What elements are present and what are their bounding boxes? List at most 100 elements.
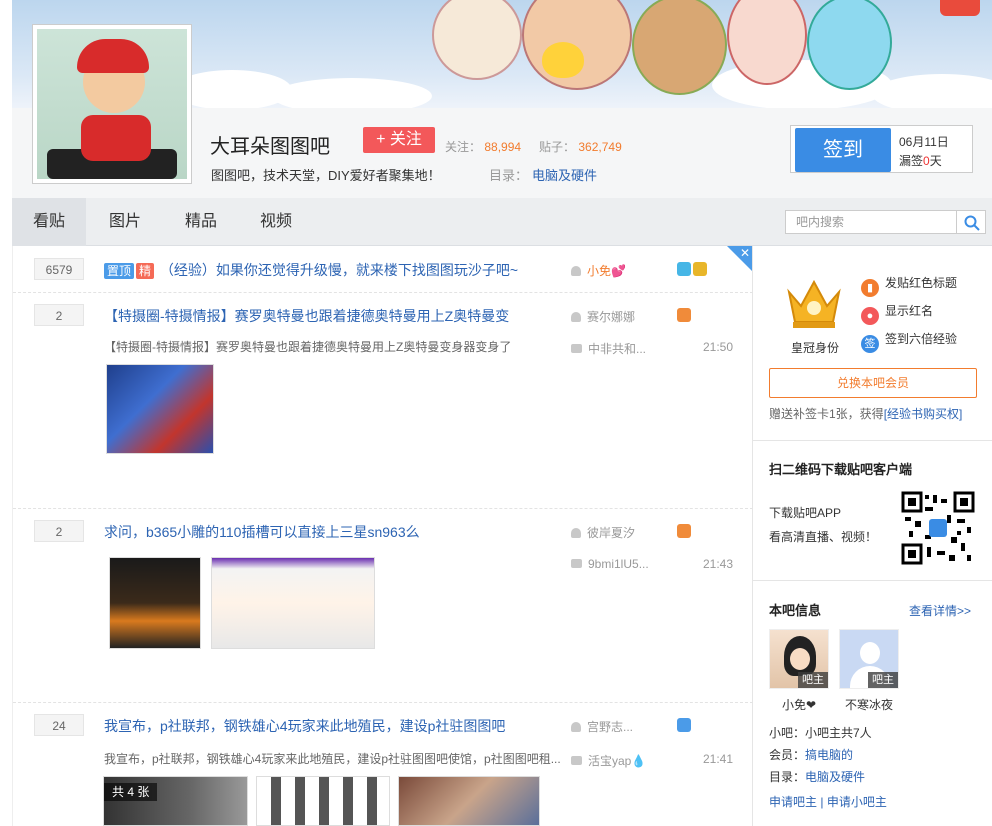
thread-title[interactable]: 求问，b365小雕的110插槽可以直接上三星sn963么 — [104, 522, 420, 542]
post-stat-value: 362,749 — [578, 140, 622, 154]
sign-icon: 签 — [861, 335, 879, 353]
dir-link[interactable]: 电脑及硬件 — [805, 770, 865, 784]
signin-button[interactable]: 签到 — [795, 128, 891, 172]
thread-thumbnail[interactable] — [109, 557, 201, 649]
member-link[interactable]: 搞电脑的 — [805, 748, 853, 762]
thread-thumbnail[interactable]: 共 4 张 — [103, 776, 248, 826]
category-link[interactable]: 电脑及硬件 — [532, 168, 597, 183]
banner-gift-icon[interactable] — [940, 0, 980, 16]
reply-icon — [571, 344, 582, 353]
gift-text: 赠送补签卡1张，获得[经验书购买权] — [769, 405, 962, 422]
thread-title[interactable]: 置顶精 （经验）如果你还觉得升级慢，就来楼下找图图玩沙子吧~ — [104, 260, 518, 280]
missed-prefix: 漏签 — [899, 154, 924, 168]
qr-line: 下载贴吧APP — [769, 506, 842, 520]
thread-thumbnail[interactable] — [106, 364, 214, 454]
tab-posts[interactable]: 看贴 — [12, 198, 86, 246]
manager-avatar[interactable]: 吧主 — [769, 629, 829, 689]
tab-pictures[interactable]: 图片 — [107, 198, 143, 246]
avatar-image — [37, 29, 187, 179]
thread-desc: 【特摄圈-特摄情报】赛罗奥特曼也跟着捷德奥特曼用上Z奥特曼变身器变身了 — [104, 340, 512, 354]
manager-name[interactable]: 不寒冰夜 — [834, 696, 904, 713]
user-icon — [571, 312, 581, 322]
tab-videos[interactable]: 视频 — [258, 198, 294, 246]
banner-cloud — [272, 78, 432, 108]
search-icon — [964, 215, 980, 231]
pinned-tag: 置顶 — [104, 263, 135, 279]
manager-name[interactable]: 小免❤ — [764, 696, 834, 713]
forum-info-title: 本吧信息 — [769, 603, 822, 618]
follow-button[interactable]: + 关注 — [363, 127, 435, 153]
user-icon — [571, 266, 581, 276]
forum-search-input[interactable]: 吧内搜索 — [785, 210, 957, 234]
last-replier[interactable]: 中非共和... — [571, 340, 646, 357]
user-icon — [571, 722, 581, 732]
qr-title: 扫二维码下载贴吧客户端 — [769, 462, 913, 477]
thread-author[interactable]: 彼岸夏汐 — [571, 524, 635, 541]
manager-avatar[interactable]: 吧主 — [839, 629, 899, 689]
featured-tag: 精 — [136, 263, 155, 279]
vip-badge-icon — [677, 262, 691, 276]
thread-thumbnail[interactable] — [256, 776, 390, 826]
reply-time: 21:50 — [703, 340, 734, 354]
chat-icon: ● — [861, 307, 879, 325]
thread-title[interactable]: 【特摄圈-特摄情报】赛罗奥特曼也跟着捷德奥特曼用上Z奥特曼变 — [104, 306, 509, 326]
reply-count: 24 — [34, 714, 84, 736]
category-label: 目录： — [489, 168, 529, 183]
banner-duck — [542, 42, 584, 78]
thread-author[interactable]: 宫野志... — [571, 718, 633, 735]
thread-author[interactable]: 赛尔娜娜 — [571, 308, 635, 325]
tab-featured[interactable]: 精品 — [183, 198, 219, 246]
thread-title[interactable]: 我宣布，p社联邦，钢铁雄心4玩家来此地殖民，建设p社驻图图吧 — [104, 716, 505, 736]
perk-six-exp: 签签到六倍经验 — [861, 330, 957, 353]
post-stat: 贴子： 362,749 — [539, 138, 622, 155]
reply-icon — [571, 756, 582, 765]
author-name: 赛尔娜娜 — [587, 310, 636, 324]
forum-slogan: 图图吧，技术天堂，DIY爱好者聚集地！ — [211, 168, 441, 183]
last-replier[interactable]: 活宝yap💧 — [571, 752, 646, 769]
follow-stat-label: 关注： — [445, 140, 482, 154]
apply-manager-link[interactable]: 申请吧主 — [769, 795, 817, 809]
forum-avatar[interactable] — [32, 24, 192, 184]
apply-links: 申请吧主 | 申请小吧主 — [769, 793, 887, 810]
exp-book-link[interactable]: [经验书购买权] — [884, 407, 963, 421]
bookmark-icon: ▮ — [861, 279, 879, 297]
author-name: 宫野志... — [587, 720, 634, 734]
dir-label: 目录： — [769, 770, 806, 784]
member-section: 皇冠身份 ▮ 发贴红色标题 ● 显示红名 签签到六倍经验 兑换本吧会员 赠送补签卡1… — [753, 246, 992, 441]
forum-category: 目录： 电脑及硬件 — [489, 165, 597, 184]
game-badge-icon — [677, 524, 691, 538]
thread-thumbnail[interactable] — [398, 776, 540, 826]
last-replier[interactable]: 9bmi1lU5... — [571, 557, 649, 571]
banner-character — [522, 0, 632, 90]
replier-name: 活宝yap💧 — [588, 754, 647, 768]
thread-author[interactable]: 小免💕 — [571, 262, 626, 279]
reply-time: 21:43 — [703, 557, 734, 571]
signin-date: 06月11日 — [899, 135, 949, 149]
user-icon — [571, 528, 581, 538]
avatar-body — [81, 115, 151, 161]
forum-title: 大耳朵图图吧 — [210, 136, 330, 158]
info-more-link[interactable]: 查看详情>> — [909, 602, 971, 619]
thread-list: ✕ 6579 置顶精 （经验）如果你还觉得升级慢，就来楼下找图图玩沙子吧~ 小免… — [12, 246, 753, 826]
missed-suffix: 天 — [929, 154, 942, 168]
avatar-cap — [77, 39, 149, 73]
banner-character — [432, 0, 522, 80]
image-count-badge: 共 4 张 — [104, 783, 158, 801]
qr-code-icon — [901, 491, 975, 565]
qr-line: 看高清直播、视频！ — [769, 530, 878, 544]
author-name: 彼岸夏汐 — [587, 526, 636, 540]
member-label: 会员： — [769, 748, 806, 762]
close-top-icon[interactable]: ✕ — [727, 246, 753, 272]
replier-name: 中非共和... — [588, 342, 647, 356]
manager-role-tag: 吧主 — [798, 672, 828, 688]
reply-icon — [571, 559, 582, 568]
signin-missed: 漏签0天 — [899, 152, 942, 169]
search-button[interactable] — [956, 210, 986, 234]
forum-nav: 看贴 图片 精品 视频 吧内搜索 — [12, 198, 992, 246]
manager-role-tag: 吧主 — [868, 672, 898, 688]
avatar-face — [790, 648, 810, 670]
apply-small-manager-link[interactable]: 申请小吧主 — [827, 795, 887, 809]
author-name: 小免💕 — [587, 264, 626, 278]
redeem-member-button[interactable]: 兑换本吧会员 — [769, 368, 977, 398]
thread-thumbnail[interactable] — [211, 557, 375, 649]
